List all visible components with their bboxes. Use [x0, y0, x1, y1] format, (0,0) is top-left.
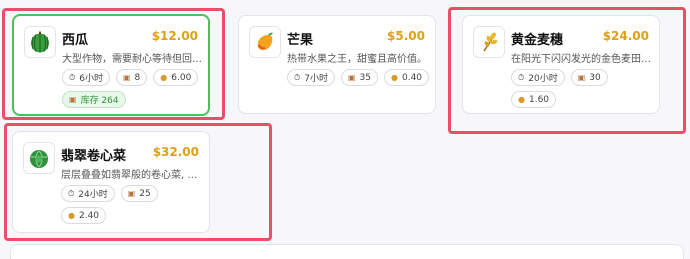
- money-bag-icon: ●: [68, 210, 75, 220]
- seed-count-chip: ▣ 35: [340, 69, 378, 86]
- watermelon-icon: [24, 26, 56, 58]
- crop-name: 西瓜: [62, 33, 89, 48]
- value-chip: ● 2.40: [61, 207, 107, 224]
- wheat-icon: [473, 26, 505, 58]
- crop-price: $12.00: [151, 29, 198, 43]
- timer-icon: ⏱: [69, 72, 76, 82]
- crop-card-watermelon[interactable]: 西瓜 $12.00 大型作物，需要耐心等待但回报… ⏱ 6小时 ▣ 8 ● 6.00 …: [12, 14, 210, 116]
- crop-name: 翡翠卷心菜: [61, 149, 127, 164]
- crate-icon: ▣: [127, 188, 136, 198]
- crop-card-emerald-cabbage[interactable]: 翡翠卷心菜 $32.00 层层叠叠如翡翠般的卷心菜, 需… ⏱ 24小时 ▣ 25 …: [12, 131, 210, 233]
- grow-time-chip: ⏱ 7小时: [287, 69, 335, 86]
- crop-description: 在阳光下闪闪发光的金色麦田,…: [511, 54, 651, 65]
- crop-card-mango[interactable]: 芒果 $5.00 热带水果之王，甜蜜且高价值。 ⏱ 7小时 ▣ 35 ● 0.40: [238, 15, 436, 114]
- crop-description: 热带水果之王，甜蜜且高价值。: [287, 54, 427, 65]
- crop-price: $32.00: [152, 145, 199, 159]
- value-chip: ● 0.40: [384, 69, 430, 86]
- seed-count-chip: ▣ 25: [120, 185, 158, 202]
- timer-icon: ⏱: [518, 72, 525, 82]
- grow-time-chip: ⏱ 6小时: [62, 69, 110, 86]
- timer-icon: ⏱: [68, 188, 75, 198]
- grow-time-chip: ⏱ 20小时: [511, 69, 565, 86]
- mango-icon: [249, 26, 281, 58]
- crop-name: 芒果: [287, 33, 314, 48]
- seed-count-chip: ▣ 30: [570, 69, 608, 86]
- next-section-panel: [10, 244, 684, 259]
- crate-icon: ▣: [577, 72, 586, 82]
- crate-icon: ▣: [347, 72, 356, 82]
- money-bag-icon: ●: [160, 72, 168, 82]
- stock-badge: ▣ 库存 264: [62, 91, 126, 108]
- crop-price: $24.00: [602, 29, 649, 43]
- money-bag-icon: ●: [391, 72, 398, 82]
- crop-name: 黄金麦穗: [511, 33, 564, 48]
- grow-time-chip: ⏱ 24小时: [61, 185, 115, 202]
- value-chip: ● 1.60: [511, 91, 557, 108]
- crop-description: 大型作物，需要耐心等待但回报…: [62, 54, 202, 65]
- money-bag-icon: ●: [518, 94, 525, 104]
- crop-card-golden-wheat[interactable]: 黄金麦穗 $24.00 在阳光下闪闪发光的金色麦田,… ⏱ 20小时 ▣ 30 ● 1…: [462, 15, 660, 114]
- timer-icon: ⏱: [294, 72, 301, 82]
- crop-price: $5.00: [387, 29, 425, 43]
- crate-icon: ▣: [122, 72, 131, 82]
- crate-icon: ▣: [69, 94, 77, 104]
- crop-description: 层层叠叠如翡翠般的卷心菜, 需…: [61, 170, 201, 181]
- cabbage-icon: [23, 142, 55, 174]
- seed-count-chip: ▣ 8: [115, 69, 148, 86]
- value-chip: ● 6.00: [153, 69, 199, 86]
